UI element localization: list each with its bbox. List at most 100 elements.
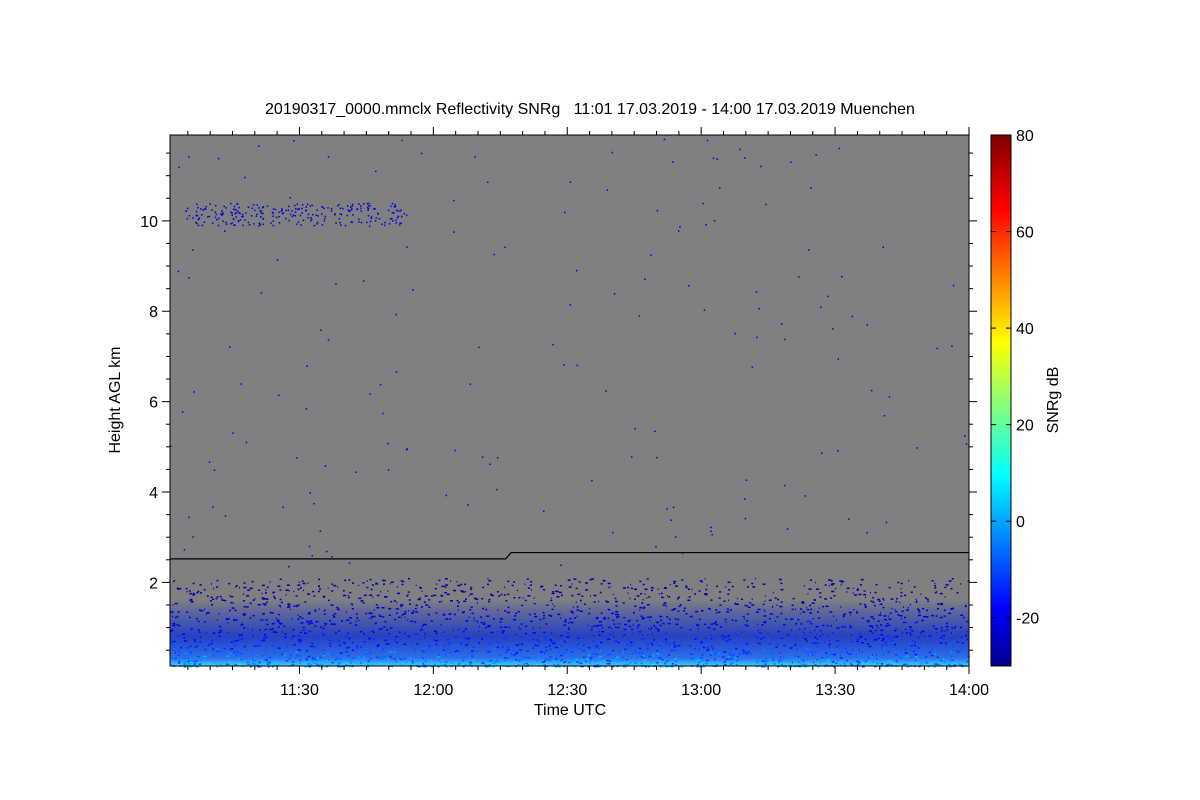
echo-pixel [872, 601, 875, 603]
echo-pixel [366, 580, 368, 582]
echo-pixel [205, 642, 208, 644]
echo-pixel [660, 596, 663, 599]
echo-pixel [179, 588, 182, 590]
echo-pixel [264, 659, 267, 661]
echo-pixel [321, 224, 324, 226]
echo-pixel [467, 642, 469, 644]
echo-pixel [799, 645, 803, 648]
noise-pixel [810, 187, 812, 189]
echo-pixel [572, 657, 574, 660]
echo-pixel [702, 646, 705, 649]
echo-pixel [340, 639, 342, 641]
echo-pixel [332, 639, 335, 642]
echo-pixel [557, 613, 561, 616]
echo-pixel [675, 645, 678, 647]
echo-pixel [677, 618, 680, 621]
echo-pixel [198, 631, 201, 633]
echo-pixel [601, 626, 604, 629]
echo-pixel [768, 648, 772, 651]
echo-pixel [571, 594, 574, 597]
echo-pixel [562, 652, 565, 654]
echo-pixel [781, 659, 783, 662]
echo-pixel [948, 580, 952, 582]
echo-pixel [782, 624, 786, 626]
echo-pixel [659, 624, 662, 627]
echo-pixel [598, 600, 600, 603]
echo-pixel [342, 589, 345, 592]
echo-pixel [242, 614, 245, 616]
echo-pixel [465, 620, 469, 622]
echo-pixel [196, 203, 198, 206]
echo-pixel [398, 616, 401, 619]
echo-pixel [826, 655, 829, 658]
echo-pixel [885, 635, 889, 638]
echo-pixel [404, 610, 407, 613]
echo-pixel [193, 638, 196, 641]
echo-pixel [400, 222, 402, 225]
echo-pixel [944, 596, 946, 598]
echo-pixel [364, 650, 367, 653]
echo-pixel [921, 619, 925, 622]
echo-pixel [874, 591, 877, 594]
echo-pixel [177, 611, 180, 613]
echo-pixel [382, 579, 385, 582]
echo-pixel [612, 632, 615, 634]
echo-pixel [247, 589, 251, 591]
echo-pixel [387, 209, 390, 212]
echo-pixel [265, 602, 267, 604]
x-tick-label: 11:30 [280, 682, 319, 699]
echo-pixel [504, 637, 508, 640]
echo-pixel [728, 589, 731, 591]
echo-pixel [789, 647, 793, 649]
echo-pixel [346, 619, 350, 621]
echo-pixel [602, 579, 606, 582]
echo-pixel [943, 609, 946, 612]
echo-pixel [469, 608, 472, 611]
echo-pixel [891, 639, 893, 642]
echo-pixel [239, 212, 241, 215]
chart-title: 20190317_0000.mmclx Reflectivity SNRg 11… [265, 101, 915, 118]
echo-pixel [950, 632, 952, 634]
echo-pixel [961, 642, 964, 644]
echo-pixel [840, 606, 842, 608]
echo-pixel [871, 627, 874, 629]
echo-pixel [485, 608, 488, 611]
noise-pixel [744, 498, 746, 500]
echo-pixel [583, 644, 585, 647]
echo-pixel [555, 646, 559, 649]
echo-pixel [928, 635, 931, 637]
echo-pixel [623, 664, 626, 666]
echo-pixel [841, 626, 844, 628]
echo-pixel [684, 653, 687, 655]
x-tick-label: 14:00 [949, 682, 989, 699]
echo-pixel [243, 586, 247, 589]
echo-pixel [323, 653, 325, 655]
echo-pixel [438, 601, 441, 603]
echo-pixel [733, 654, 735, 656]
echo-pixel [794, 608, 796, 610]
echo-pixel [318, 608, 320, 610]
echo-pixel [492, 662, 496, 664]
echo-pixel [441, 585, 445, 588]
echo-pixel [728, 647, 732, 650]
echo-pixel [856, 660, 860, 663]
echo-pixel [269, 656, 272, 659]
echo-pixel [464, 583, 467, 586]
echo-pixel [453, 589, 457, 592]
echo-pixel [840, 584, 842, 586]
echo-pixel [219, 629, 223, 632]
noise-pixel [936, 347, 938, 350]
plot-area: 11:30 12:00 12:30 13:00 13:30 14:00 246810 [140, 127, 989, 699]
echo-pixel [904, 621, 907, 624]
echo-pixel [204, 208, 207, 211]
echo-pixel [587, 649, 590, 652]
echo-pixel [527, 595, 531, 597]
noise-pixel [888, 396, 891, 398]
echo-pixel [501, 630, 505, 632]
echo-pixel [467, 637, 471, 640]
echo-pixel [729, 663, 732, 665]
echo-pixel [346, 611, 348, 613]
echo-pixel [422, 623, 426, 626]
echo-pixel [846, 591, 848, 593]
y-tick-label: 4 [149, 485, 158, 502]
